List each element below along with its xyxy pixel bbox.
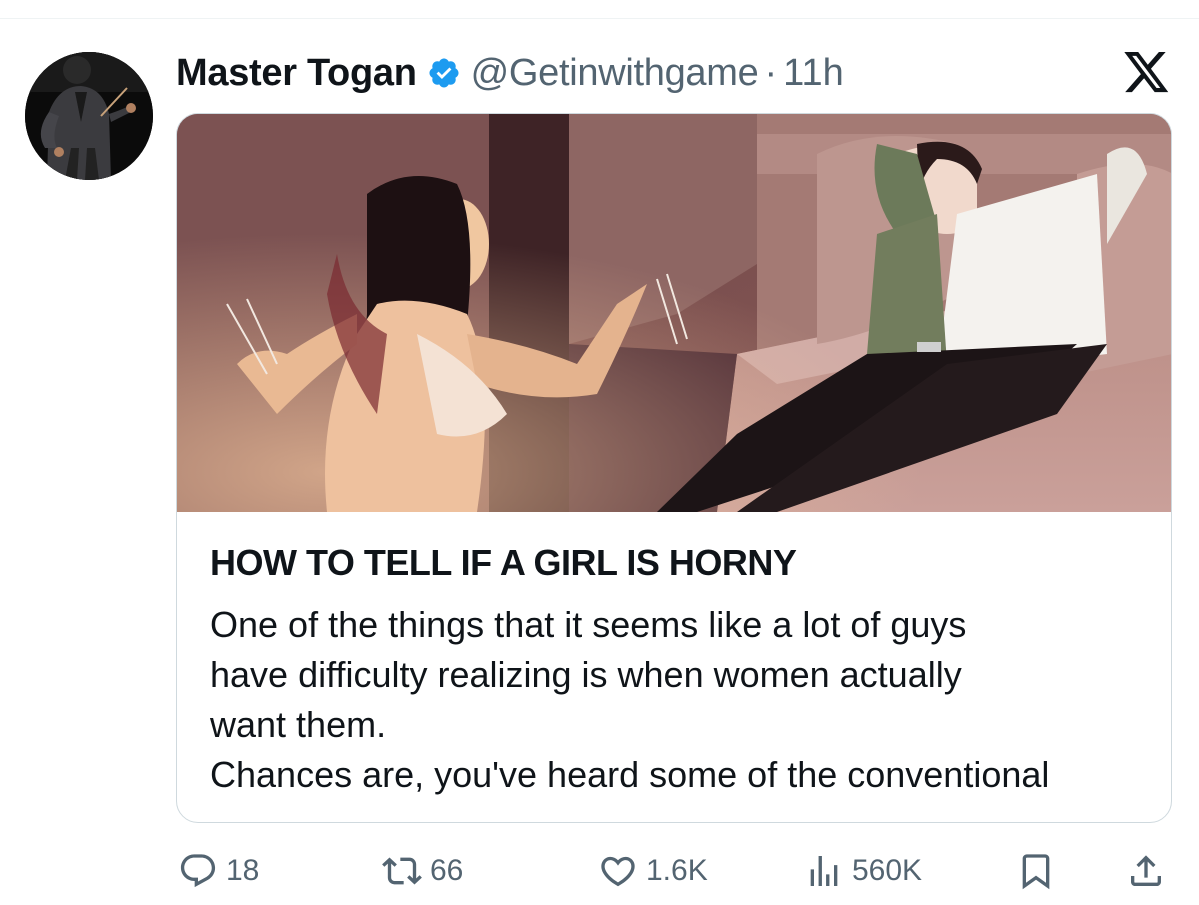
top-divider [0, 18, 1199, 19]
action-bar: 18 66 1.6K 560K [0, 845, 1199, 897]
repost-count: 66 [430, 854, 464, 887]
separator-dot: · [764, 51, 778, 94]
share-icon [1126, 851, 1166, 891]
like-button[interactable]: 1.6K [598, 845, 708, 897]
verified-badge-icon [427, 56, 461, 90]
timestamp[interactable]: 11h [783, 52, 844, 95]
card-title: HOW TO TELL IF A GIRL IS HORNY [210, 542, 797, 583]
avatar-image [25, 52, 153, 180]
display-name[interactable]: Master Togan [176, 52, 417, 95]
like-count: 1.6K [646, 854, 708, 887]
repost-icon [382, 851, 422, 891]
card-description-line: want them. [210, 704, 387, 745]
avatar[interactable] [25, 52, 153, 180]
tweet-screen: Master Togan @Getinwithgame · 11h HOW TO… [0, 0, 1199, 905]
views-count: 560K [852, 854, 923, 887]
handle[interactable]: @Getinwithgame [471, 52, 759, 95]
share-button[interactable] [1126, 845, 1166, 897]
reply-button[interactable]: 18 [178, 845, 259, 897]
heart-icon [598, 851, 638, 891]
bookmark-icon [1016, 851, 1056, 891]
link-card[interactable]: HOW TO TELL IF A GIRL IS HORNY One of th… [176, 113, 1172, 823]
card-description-line: Chances are, you've heard some of the co… [210, 754, 1050, 795]
card-description-line: have difficulty realizing is when women … [210, 654, 962, 695]
x-logo-icon[interactable] [1124, 52, 1170, 94]
card-image [177, 114, 1171, 512]
card-description: One of the things that it seems like a l… [210, 600, 1160, 800]
repost-button[interactable]: 66 [382, 845, 463, 897]
reply-count: 18 [226, 854, 260, 887]
card-description-line: One of the things that it seems like a l… [210, 604, 967, 645]
bookmark-button[interactable] [1016, 845, 1056, 897]
reply-icon [178, 851, 218, 891]
views-chart-icon [804, 851, 844, 891]
tweet-header: Master Togan @Getinwithgame · 11h [176, 48, 844, 98]
views-button[interactable]: 560K [804, 845, 922, 897]
